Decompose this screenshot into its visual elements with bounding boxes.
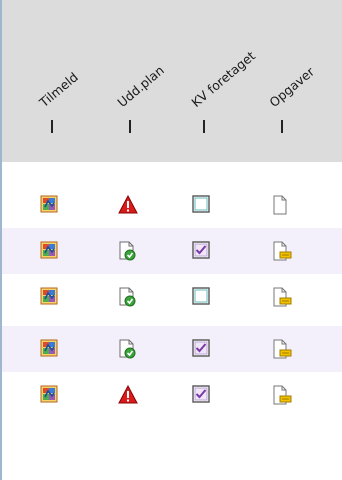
kv-checkbox-checked[interactable] [192, 241, 212, 261]
column-tick-kv-foretaget [203, 120, 205, 133]
warning-icon[interactable] [118, 195, 138, 215]
approved-document-icon[interactable] [118, 287, 138, 307]
register-icon[interactable] [40, 287, 60, 307]
column-header-udd-plan[interactable]: Udd.plan [114, 0, 184, 162]
column-label-kv-foretaget: KV foretaget [188, 48, 259, 110]
document-with-tag-icon[interactable] [272, 241, 292, 261]
column-label-opgaver: Opgaver [266, 64, 318, 110]
table-header: a Tilmeld Udd.plan KV foretaget Opgaver [2, 0, 342, 162]
table-row [2, 372, 342, 418]
warning-icon[interactable] [118, 385, 138, 405]
table-row [2, 182, 342, 228]
column-tick-tilmeld [51, 120, 53, 133]
approved-document-icon[interactable] [118, 339, 138, 359]
kv-checkbox-unchecked[interactable] [192, 287, 212, 307]
register-icon[interactable] [40, 339, 60, 359]
register-icon[interactable] [40, 241, 60, 261]
document-with-tag-icon[interactable] [272, 339, 292, 359]
table-row [2, 326, 342, 372]
column-label-udd-plan: Udd.plan [114, 62, 167, 110]
kv-checkbox-checked[interactable] [192, 339, 212, 359]
column-header-tilmeld[interactable]: Tilmeld [36, 0, 106, 162]
table-row [2, 274, 342, 320]
register-icon[interactable] [40, 195, 60, 215]
document-with-tag-icon[interactable] [272, 385, 292, 405]
blank-document-icon[interactable] [272, 195, 292, 215]
document-with-tag-icon[interactable] [272, 287, 292, 307]
column-header-opgaver[interactable]: Opgaver [266, 0, 336, 162]
column-header-kv-foretaget[interactable]: KV foretaget [188, 0, 258, 162]
kv-checkbox-checked[interactable] [192, 385, 212, 405]
column-header-partial[interactable]: a [0, 0, 46, 162]
approved-document-icon[interactable] [118, 241, 138, 261]
table-row [2, 228, 342, 274]
kv-checkbox-unchecked[interactable] [192, 195, 212, 215]
register-icon[interactable] [40, 385, 60, 405]
column-tick-opgaver [281, 120, 283, 133]
column-tick-udd-plan [129, 120, 131, 133]
